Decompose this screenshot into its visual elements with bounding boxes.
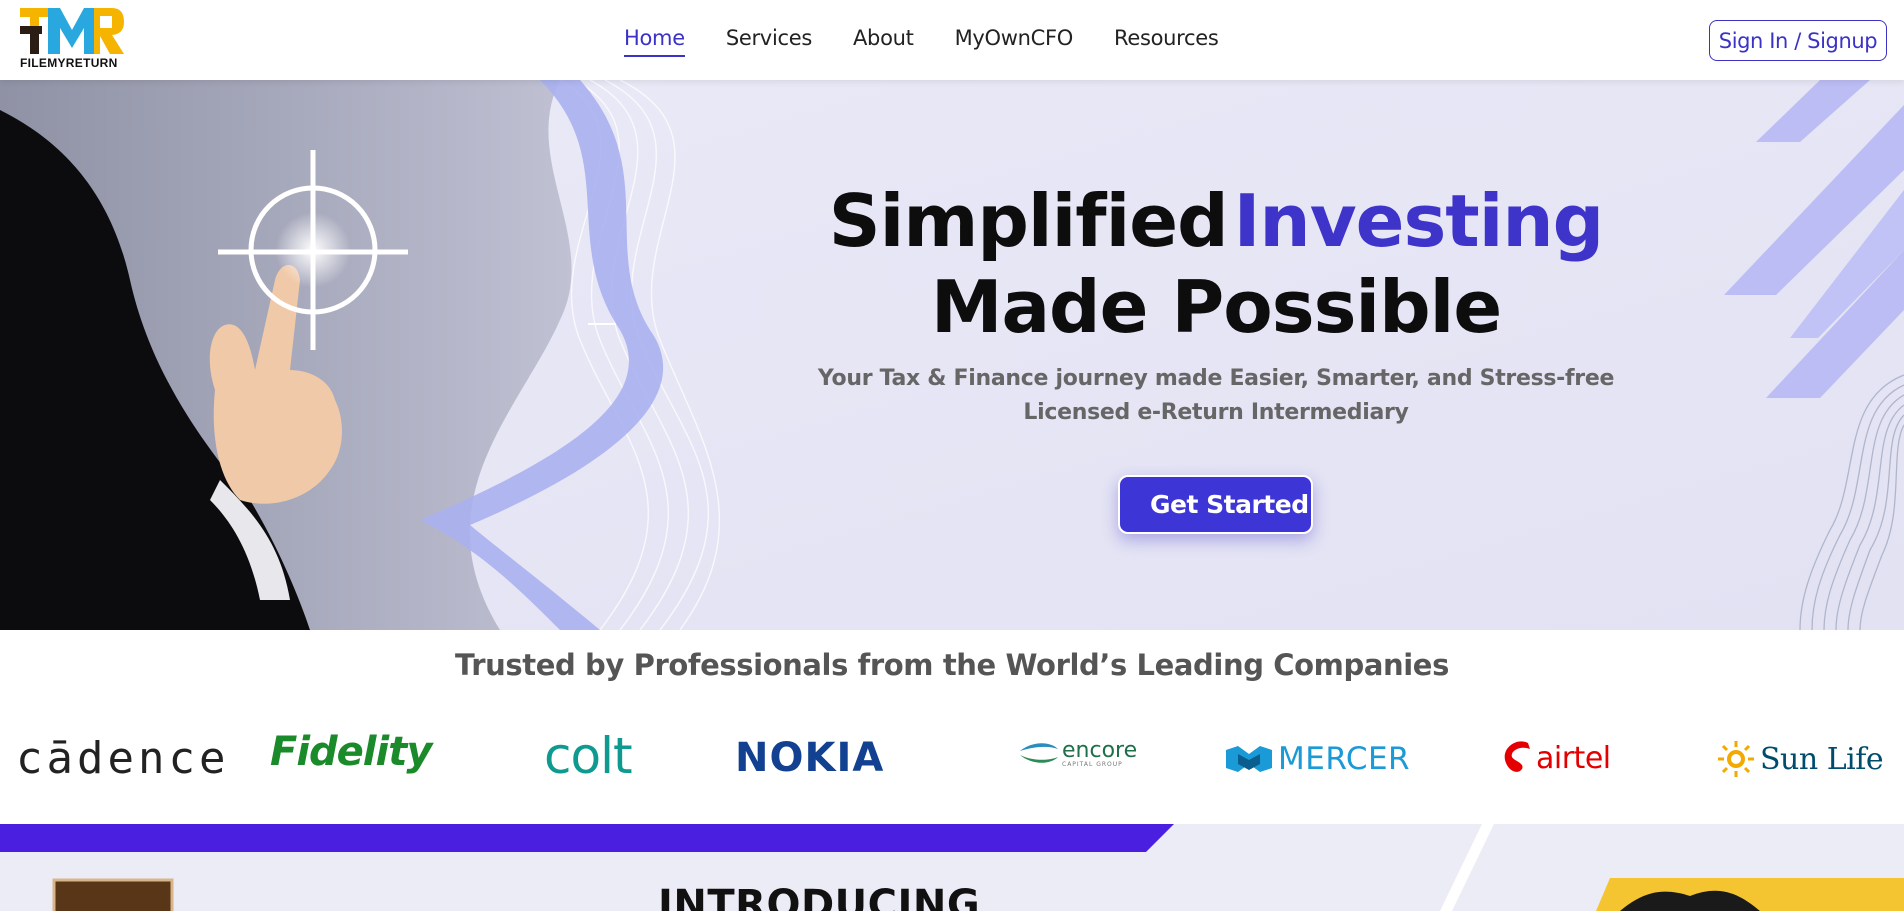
- nav-resources[interactable]: Resources: [1114, 26, 1219, 57]
- get-started-label: Get Started: [1150, 490, 1309, 519]
- encore-logo: encore CAPITAL GROUP: [1018, 739, 1137, 769]
- headline-part1: Simplified: [828, 179, 1229, 263]
- hero-headline: SimplifiedInvesting Made Possible: [760, 178, 1672, 350]
- logo-wordmark: FILEMYRETURN: [20, 56, 118, 70]
- introducing-heading: INTRODUCING: [658, 882, 981, 911]
- subtitle-line1: Your Tax & Finance journey made Easier, …: [817, 366, 1615, 391]
- hero-subtitle: Your Tax & Finance journey made Easier, …: [760, 362, 1672, 430]
- airtel-swirl-icon: [1504, 741, 1530, 772]
- hero-target-image: [0, 80, 721, 630]
- cadence-logo: cādence: [16, 733, 230, 784]
- nav-services[interactable]: Services: [726, 26, 812, 57]
- headline-line2: Made Possible: [930, 265, 1502, 349]
- mercer-mark-icon: [1226, 746, 1272, 772]
- introducing-section: INTRODUCING: [0, 824, 1904, 911]
- trusted-by-heading: Trusted by Professionals from the World’…: [455, 648, 1449, 682]
- client-logos-strip: cādence Fidelity colt NOKIA encore CAPIT…: [0, 715, 1904, 805]
- nav-home[interactable]: Home: [624, 26, 685, 57]
- nav-myowncfo[interactable]: MyOwnCFO: [955, 26, 1074, 57]
- mercer-logo: MERCER: [1226, 741, 1410, 777]
- colt-logo: colt: [544, 727, 633, 785]
- main-nav: Home Services About MyOwnCFO Resources: [624, 26, 1219, 57]
- hero-section: SimplifiedInvesting Made Possible Your T…: [0, 80, 1904, 630]
- subtitle-line2: Licensed e-Return Intermediary: [1023, 400, 1409, 425]
- site-header: FILEMYRETURN Home Services About MyOwnCF…: [0, 0, 1904, 80]
- fidelity-logo: Fidelity: [270, 729, 432, 775]
- signin-signup-button[interactable]: Sign In / Signup: [1709, 20, 1887, 61]
- fmr-logo-icon: [20, 8, 124, 54]
- airtel-logo: airtel: [1498, 739, 1611, 777]
- sunlife-logo: Sun Life: [1716, 739, 1884, 779]
- headline-accent: Investing: [1233, 179, 1605, 263]
- get-started-button[interactable]: Get Started: [1118, 475, 1313, 534]
- nokia-logo: NOKIA: [735, 735, 885, 781]
- nav-about[interactable]: About: [853, 26, 914, 57]
- sunlife-sun-icon: [1718, 741, 1754, 777]
- encore-swoosh-icon: [1020, 743, 1058, 763]
- filemyreturn-logo[interactable]: FILEMYRETURN: [20, 8, 124, 70]
